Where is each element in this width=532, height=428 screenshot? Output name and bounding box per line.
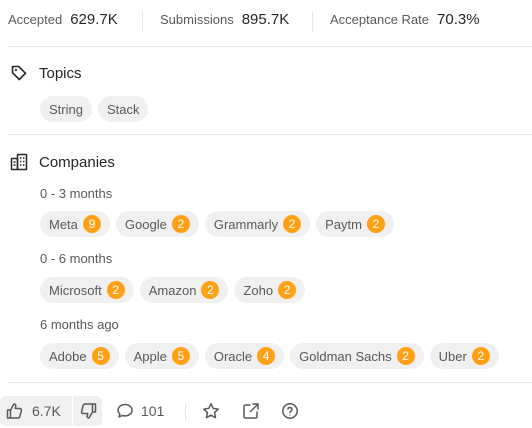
company-chip[interactable]: Amazon 2 [139, 277, 229, 303]
count-badge: 2 [171, 215, 190, 233]
company-name: Microsoft [49, 282, 102, 298]
divider [72, 396, 73, 426]
topics-header[interactable]: Topics [10, 64, 82, 82]
company-name: Grammarly [213, 216, 279, 232]
company-name: Uber [438, 348, 467, 364]
topic-chip[interactable]: String [40, 96, 92, 122]
company-chip[interactable]: Paytm 2 [316, 211, 394, 237]
companies-header[interactable]: Companies [10, 153, 115, 171]
count-badge: 2 [106, 281, 125, 299]
count-badge: 2 [396, 347, 415, 365]
stat-acceptance-rate: Acceptance Rate 70.3% [330, 11, 480, 28]
company-name: Amazon [148, 282, 197, 298]
comments-count: 101 [141, 403, 165, 419]
upvote-count: 6.7K [32, 403, 61, 419]
vote-group: 6.7K [0, 396, 102, 426]
count-badge: 2 [278, 281, 297, 299]
company-name: Goldman Sachs [299, 348, 392, 364]
company-name: Apple [133, 348, 167, 364]
company-chip[interactable]: Zoho 2 [234, 277, 306, 303]
count-badge: 2 [366, 215, 385, 233]
help-icon[interactable] [281, 402, 299, 420]
building-icon [10, 153, 28, 171]
divider [142, 11, 143, 31]
stat-value: 70.3% [437, 11, 480, 28]
company-chip[interactable]: Oracle 4 [204, 343, 285, 369]
stats-bar: Accepted 629.7K Submissions 895.7K Accep… [0, 0, 532, 40]
company-list: Microsoft 2 Amazon 2 Zoho 2 [40, 277, 306, 303]
count-badge: 4 [257, 347, 276, 365]
company-chip[interactable]: Adobe 5 [40, 343, 119, 369]
divider [8, 382, 532, 383]
period-label: 0 - 3 months [40, 186, 113, 201]
thumbs-down-icon [79, 402, 97, 420]
topic-chip[interactable]: Stack [97, 96, 149, 122]
company-name: Oracle [213, 348, 253, 364]
count-badge: 2 [283, 215, 302, 233]
company-name: Google [124, 216, 167, 232]
company-chip[interactable]: Google 2 [115, 211, 199, 237]
period-label: 0 - 6 months [40, 251, 113, 266]
company-chip[interactable]: Meta 9 [40, 211, 110, 237]
stat-value: 895.7K [241, 11, 290, 28]
divider [185, 404, 186, 420]
count-badge: 2 [471, 347, 490, 365]
companies-title: Companies [39, 153, 115, 171]
tag-icon [10, 64, 28, 82]
star-icon[interactable] [202, 402, 220, 420]
upvote-button[interactable]: 6.7K [0, 396, 70, 426]
company-chip[interactable]: Microsoft 2 [40, 277, 134, 303]
share-icon[interactable] [242, 402, 260, 420]
divider [8, 134, 532, 135]
thumbs-up-icon [6, 402, 24, 420]
company-chip[interactable]: Grammarly 2 [204, 211, 311, 237]
comment-icon [116, 402, 134, 420]
stat-submissions: Submissions 895.7K [160, 11, 289, 28]
comments-button[interactable]: 101 [116, 396, 164, 426]
count-badge: 2 [201, 281, 220, 299]
period-label: 6 months ago [40, 317, 119, 332]
divider [312, 11, 313, 31]
stat-label: Submissions [160, 12, 234, 27]
stat-label: Accepted [8, 12, 63, 27]
company-chip[interactable]: Goldman Sachs 2 [290, 343, 424, 369]
divider [8, 46, 532, 47]
count-badge: 5 [171, 347, 190, 365]
stat-accepted: Accepted 629.7K [8, 11, 118, 28]
company-chip[interactable]: Uber 2 [429, 343, 499, 369]
count-badge: 9 [82, 215, 101, 233]
topics-title: Topics [39, 64, 82, 82]
company-name: Paytm [325, 216, 362, 232]
company-list: Meta 9 Google 2 Grammarly 2 Paytm 2 [40, 211, 394, 237]
stat-label: Acceptance Rate [330, 12, 430, 27]
stat-value: 629.7K [70, 11, 118, 28]
company-name: Zoho [243, 282, 274, 298]
company-list: Adobe 5 Apple 5 Oracle 4 Goldman Sachs 2 Ube… [40, 343, 499, 369]
company-name: Meta [49, 216, 78, 232]
downvote-button[interactable] [74, 396, 102, 426]
company-chip[interactable]: Apple 5 [124, 343, 199, 369]
count-badge: 5 [91, 347, 110, 365]
topics-list: String Stack [40, 96, 149, 122]
company-name: Adobe [49, 348, 87, 364]
